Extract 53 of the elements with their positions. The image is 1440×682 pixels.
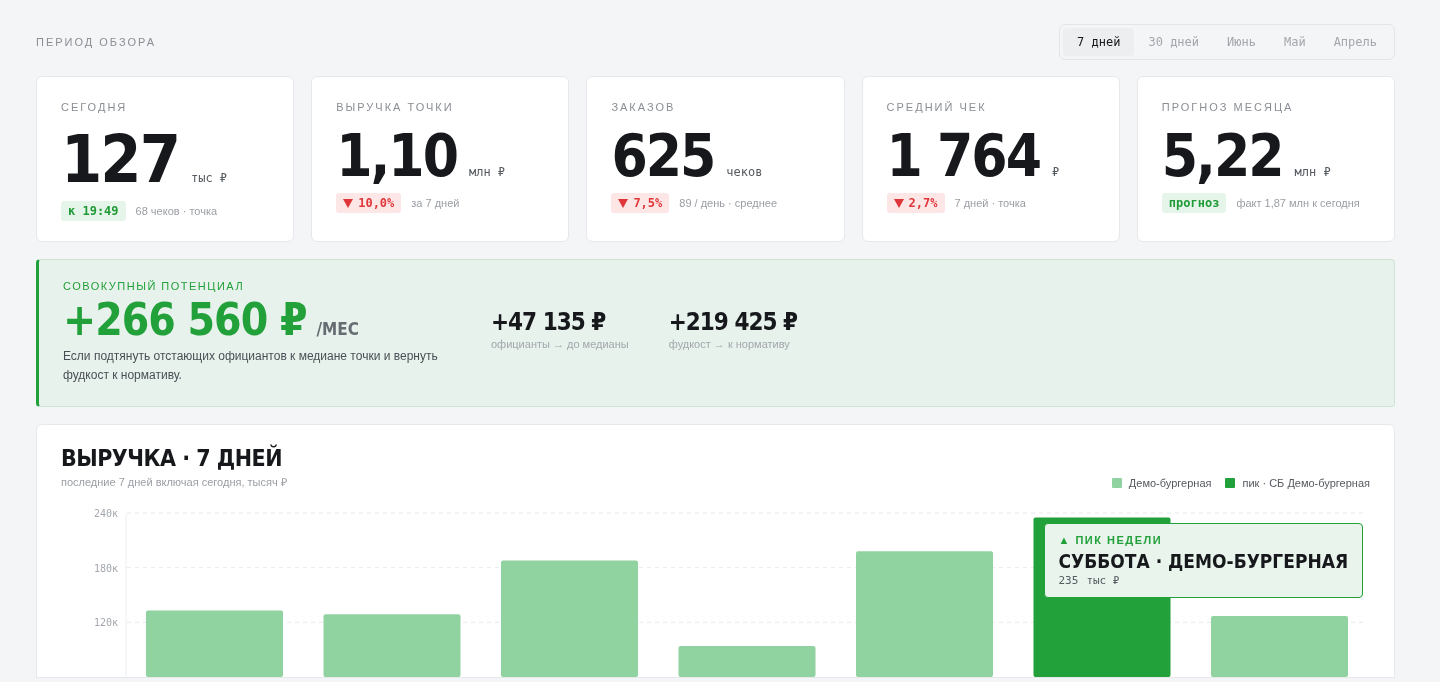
potential-label: СОВОКУПНЫЙ ПОТЕНЦИАЛ xyxy=(63,280,246,292)
period-tab[interactable]: Июнь xyxy=(1213,27,1270,56)
potential-description: Если подтянуть отстающих официантов к медиане точки и вернуть фудкост к нормативу. xyxy=(63,348,439,384)
axis-tick-label: 240к xyxy=(93,508,118,519)
legend-label: пик · СБ Демо-бургерная xyxy=(1242,477,1370,489)
kpi-note: за 7 дней xyxy=(411,197,460,209)
down-triangle-icon xyxy=(343,198,354,208)
legend-label: Демо-бургерная xyxy=(1128,477,1212,489)
kpi-value: 127 xyxy=(61,123,179,197)
kpi-unit: ₽ xyxy=(1052,165,1060,179)
part-caption: фудкост → к нормативу xyxy=(668,338,791,350)
badge-text: к 19:49 xyxy=(68,204,119,218)
period-tab[interactable]: 7 дней xyxy=(1063,27,1135,56)
badge-text: 7,5% xyxy=(633,196,663,210)
part-value: +47 135 ₽ xyxy=(491,308,607,336)
kpi-unit: чеков xyxy=(726,165,763,179)
kpi-unit: тыс ₽ xyxy=(190,171,228,185)
kpi-note: 89 / день · среднее xyxy=(679,197,778,209)
potential-value: +266 560 ₽ xyxy=(63,294,307,345)
kpi-title: СРЕДНИЙ ЧЕК xyxy=(886,101,988,113)
period-tab[interactable]: 30 дней xyxy=(1134,27,1214,56)
kpi-title: ПРОГНОЗ МЕСЯЦА xyxy=(1161,101,1295,113)
tooltip-title: СУББОТА · ДЕМО-БУРГЕРНАЯ xyxy=(1058,550,1349,572)
section-label: ПЕРИОД ОБЗОРА xyxy=(36,35,156,48)
kpi-title: СЕГОДНЯ xyxy=(61,101,129,113)
tooltip-kicker: ▲ ПИК НЕДЕЛИ xyxy=(1058,534,1164,546)
part-value: +219 425 ₽ xyxy=(668,308,797,336)
tooltip-value: 235 xyxy=(1058,574,1079,587)
potential-unit: /МЕС xyxy=(316,319,359,339)
badge-text: 2,7% xyxy=(908,196,938,210)
kpi-value: 625 xyxy=(611,123,715,189)
down-triangle-icon xyxy=(618,198,629,208)
kpi-note: факт 1,87 млн к сегодня xyxy=(1236,197,1360,209)
badge-text: 10,0% xyxy=(358,196,395,210)
axis-tick-label: 180к xyxy=(93,562,118,574)
tooltip-unit: тыс ₽ xyxy=(1086,574,1120,587)
kpi-value: 5,22 xyxy=(1161,123,1283,189)
kpi-title: ВЫРУЧКА ТОЧКИ xyxy=(336,101,455,113)
kpi-unit: млн ₽ xyxy=(468,165,506,179)
kpi-note: 7 дней · точка xyxy=(954,197,1026,209)
kpi-title: ЗАКАЗОВ xyxy=(611,101,677,113)
axis-tick-label: 120к xyxy=(93,617,118,629)
kpi-note: 68 чеков · точка xyxy=(135,205,218,217)
badge-text: прогноз xyxy=(1168,196,1220,210)
period-tab[interactable]: Апрель xyxy=(1319,27,1391,56)
kpi-value: 1 764 xyxy=(886,123,1040,189)
down-triangle-icon xyxy=(893,198,904,208)
kpi-value: 1,10 xyxy=(336,123,457,189)
chart-title: ВЫРУЧКА · 7 ДНЕЙ xyxy=(61,445,284,471)
chart-subtitle: последние 7 дней включая сегодня, тысяч ₽ xyxy=(61,475,287,489)
kpi-unit: млн ₽ xyxy=(1294,165,1331,179)
part-caption: официанты → до медианы xyxy=(491,338,629,350)
period-tab[interactable]: Май xyxy=(1269,27,1320,56)
